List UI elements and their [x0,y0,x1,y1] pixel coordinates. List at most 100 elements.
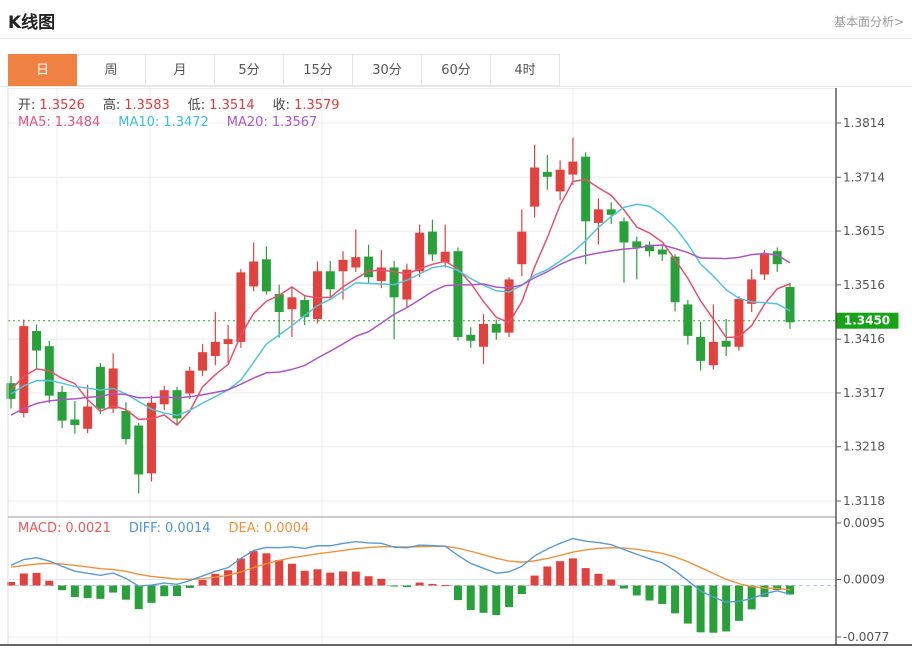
tab-4时[interactable]: 4时 [491,54,560,86]
label: MA20: [227,115,268,130]
legend-macd-diff: DIFF:0.0014 [129,521,215,536]
macd-bar [71,586,79,597]
label: 收: [273,98,290,113]
candle-body [415,233,424,272]
macd-bar [147,586,155,603]
candle-body [632,241,641,247]
candle-body [581,157,590,222]
candle-body [683,304,692,336]
tab-30分[interactable]: 30分 [353,54,422,86]
label: 开: [18,98,35,113]
value: 0.0004 [264,521,310,536]
macd-bar [684,586,692,624]
macd-bar [301,571,309,586]
tab-60分[interactable]: 60分 [422,54,491,86]
tab-15分[interactable]: 15分 [284,54,353,86]
macd-bar [582,568,590,585]
macd-bar [709,586,717,633]
candle-body [287,297,296,309]
candle-body [70,420,79,425]
macd-bar [109,586,117,593]
header-divider [0,38,912,39]
tabbar-underline [0,86,912,87]
kline-chart[interactable]: 1.38141.37141.36151.35161.34161.33171.32… [0,88,912,649]
tab-月[interactable]: 月 [146,54,215,86]
macd-bar [505,586,513,608]
tab-日[interactable]: 日 [8,54,77,86]
macd-bar [96,586,104,599]
candle-body [786,287,795,322]
macd-bar [556,561,564,585]
macd-bar [416,583,424,586]
axis-tick-label: 1.3317 [843,386,885,400]
macd-legend: MACD:0.0021 DIFF:0.0014 DEA:0.0004 [18,521,327,536]
candle-body [760,254,769,274]
legend-macd-dea: DEA:0.0004 [229,521,314,536]
macd-bar [211,574,219,586]
kline-widget: K线图 基本面分析> 日周月5分15分30分60分4时 开:1.3526高:1.… [0,0,912,649]
candle-body [696,337,705,361]
macd-bar [45,581,53,586]
label: MA10: [118,115,159,130]
candle-body [530,168,539,207]
macd-bar [428,584,436,586]
macd-bar [518,586,526,594]
label: 高: [103,98,120,113]
legend-ohlc-high: 高:1.3583 [103,98,174,113]
value: 0.0014 [165,521,211,536]
candle-body [492,324,501,333]
legend-ohlc-close: 收:1.3579 [273,98,344,113]
axis-tick-label: -0.0077 [843,630,889,644]
candle-body [747,279,756,303]
macd-bar [543,567,551,586]
axis-tick-label: 1.3814 [843,116,885,130]
macd-bar [594,574,602,586]
macd-bar [671,586,679,614]
macd-bar [173,586,181,596]
page-title: K线图 [8,8,55,33]
macd-bar [722,586,730,632]
candle-body [479,324,488,347]
macd-bar [33,573,41,586]
candle-body [339,260,348,271]
candle-body [313,271,322,319]
axis-tick-label: 1.3516 [843,278,885,292]
macd-bar [58,586,66,591]
macd-bar [186,586,194,588]
candle-body [568,162,577,175]
value: 1.3526 [39,98,85,113]
legend-ma-ma10: MA10:1.3472 [118,115,213,130]
macd-bar [454,586,462,601]
candle-body [364,257,373,278]
ma10-line [11,204,790,415]
macd-bar [480,586,488,613]
tab-周[interactable]: 周 [77,54,146,86]
macd-bar [646,586,654,601]
candle-body [619,221,628,242]
candle-body [734,299,743,347]
axis-tick-label: 1.3118 [843,494,885,508]
axis-tick-label: 0.0095 [843,516,885,530]
tab-5分[interactable]: 5分 [215,54,284,86]
macd-bar [467,586,475,610]
legend-macd-macd: MACD:0.0021 [18,521,115,536]
macd-bar [288,564,296,586]
candle-body [198,352,207,370]
legend-ma-ma20: MA20:1.3567 [227,115,322,130]
fundamental-analysis-link[interactable]: 基本面分析> [834,13,904,30]
candle-body [722,341,731,347]
candle-body [83,407,92,429]
value: 0.0021 [65,521,111,536]
axis-tick-label: 0.0009 [843,573,885,587]
macd-bar [569,558,577,585]
candle-body [249,261,258,286]
candle-body [134,426,143,475]
legend-ohlc-open: 开: 1.3526 [18,98,89,113]
macd-bar [339,571,347,585]
macd-bar [84,586,92,599]
label: MA5: [18,115,51,130]
candle-body [556,170,565,192]
axis-tick-label: 1.3615 [843,224,885,238]
label: 低: [188,98,205,113]
macd-bar [135,586,143,610]
